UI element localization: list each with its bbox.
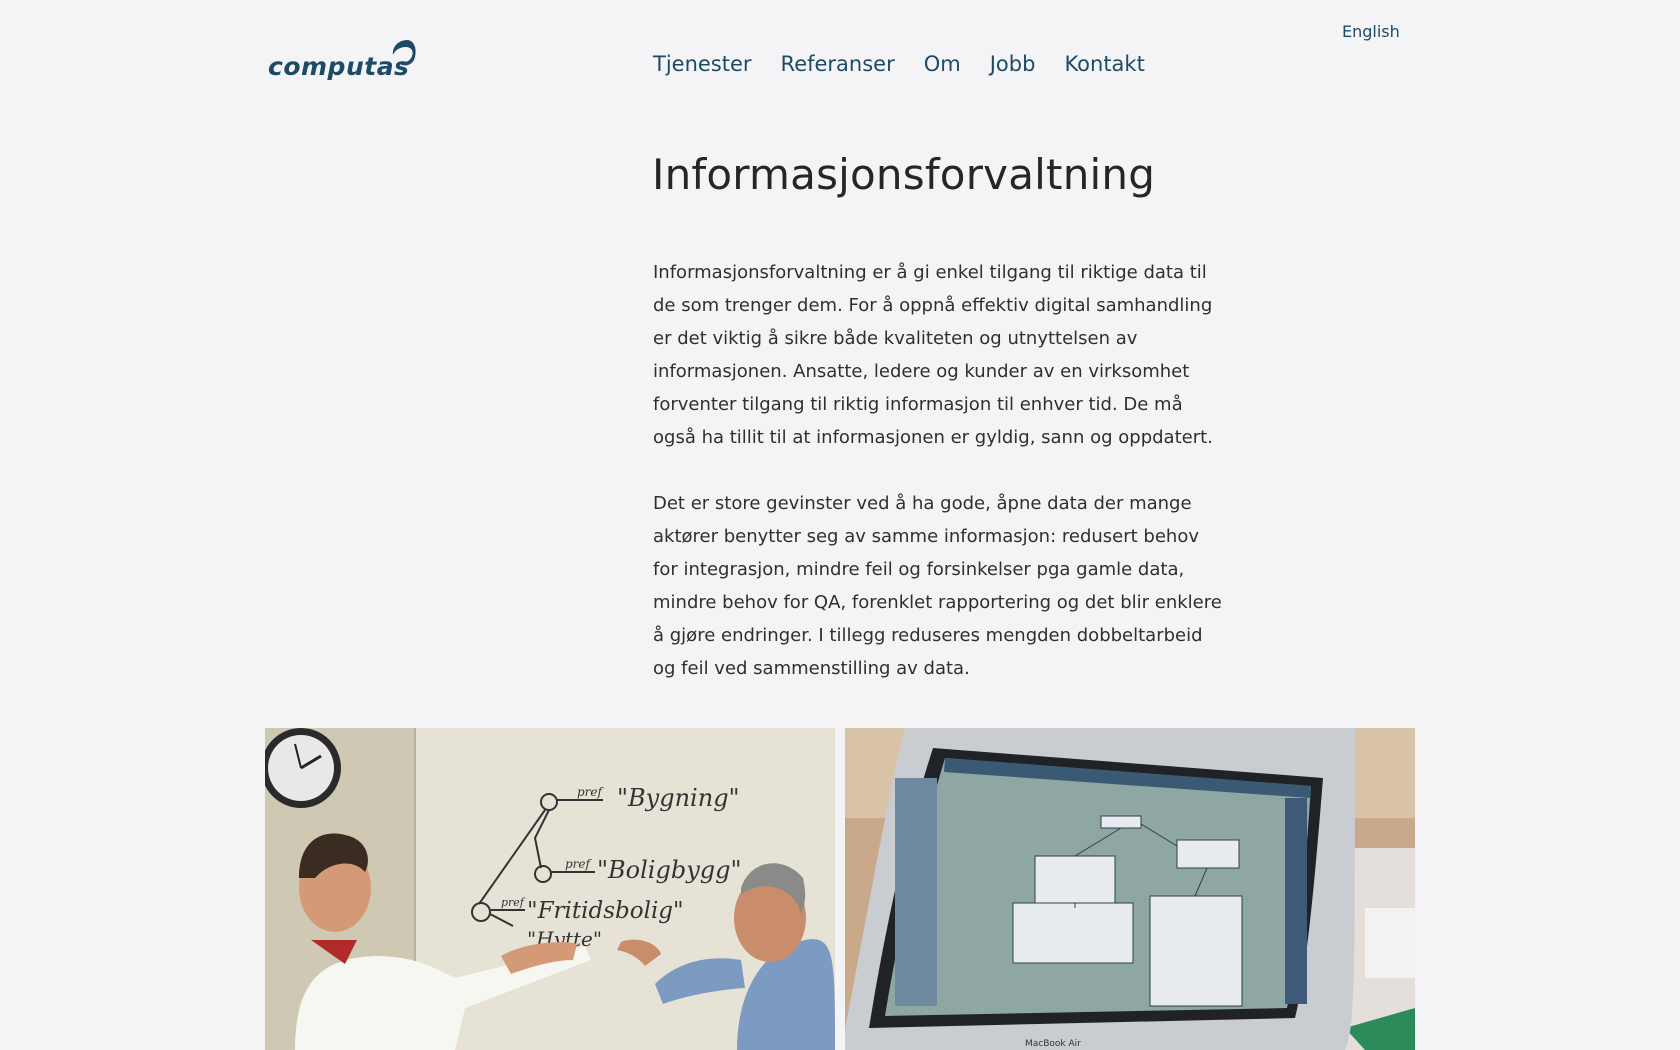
laptop-brand-label: MacBook Air <box>1025 1039 1081 1049</box>
logo-wordmark: computas <box>268 52 410 81</box>
whiteboard-pref-label: pref <box>501 896 526 909</box>
nav-item-kontakt[interactable]: Kontakt <box>1064 52 1144 76</box>
language-switch-link[interactable]: English <box>1342 22 1400 41</box>
page-title: Informasjonsforvaltning <box>652 150 1156 199</box>
whiteboard-photo: pref pref pref "Bygning" "Boligbygg" "Fr… <box>265 728 835 1050</box>
intro-paragraph: Informasjonsforvaltning er å gi enkel ti… <box>653 262 1213 448</box>
laptop-photo: MacBook Air <box>845 728 1415 1050</box>
nav-item-jobb[interactable]: Jobb <box>990 52 1036 76</box>
logo-swoosh-icon <box>392 40 416 66</box>
main-navigation: Tjenester Referanser Om Jobb Kontakt <box>653 52 1145 76</box>
whiteboard-text-fritidsbolig: "Fritidsbolig" <box>527 898 684 924</box>
nav-item-tjenester[interactable]: Tjenester <box>653 52 752 76</box>
intro-paragraph: Det er store gevinster ved å ha gode, åp… <box>653 493 1222 679</box>
page: English computas Tjenester Referanser Om… <box>0 0 1680 1050</box>
whiteboard-text-bygning: "Bygning" <box>617 784 740 812</box>
whiteboard-pref-label: pref <box>577 785 605 799</box>
computas-logo[interactable]: computas <box>268 38 420 88</box>
whiteboard-pref-label: pref <box>565 857 593 871</box>
intro-text: Informasjonsforvaltning er å gi enkel ti… <box>653 256 1223 718</box>
whiteboard-text-boligbygg: "Boligbygg" <box>597 856 742 884</box>
nav-item-referanser[interactable]: Referanser <box>781 52 895 76</box>
nav-item-om[interactable]: Om <box>924 52 961 76</box>
